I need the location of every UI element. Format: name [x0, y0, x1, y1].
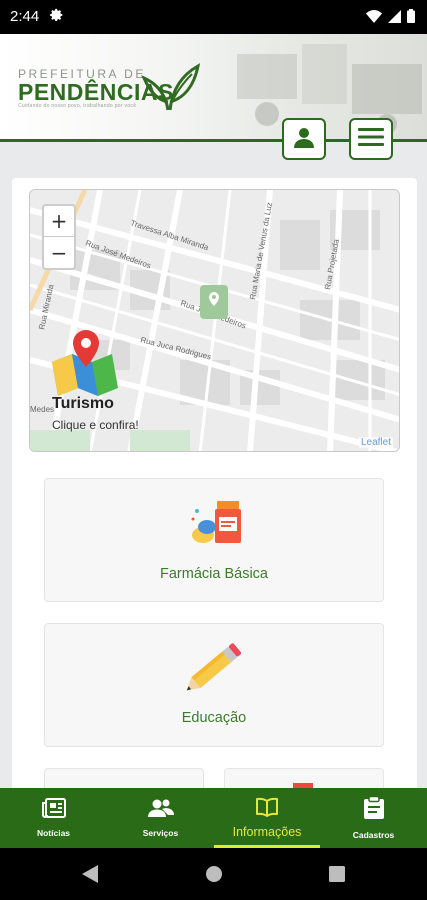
service-card-partial[interactable]: [224, 768, 384, 788]
nav-label: Serviços: [142, 828, 179, 838]
map-zoom-control: + −: [42, 204, 76, 270]
people-icon: [147, 798, 174, 823]
book-icon: [255, 797, 279, 822]
map-marker-icon: [200, 285, 228, 319]
nav-item-servicos[interactable]: Serviços: [107, 788, 214, 848]
user-icon: [292, 125, 316, 154]
service-label: Farmácia Básica: [160, 566, 268, 582]
tourism-title[interactable]: Turismo: [52, 395, 114, 413]
newspaper-icon: [41, 798, 66, 823]
nav-item-noticias[interactable]: Notícias: [0, 788, 107, 848]
street-label: Medes: [30, 405, 54, 414]
bottom-navigation: Notícias Serviços Informações Cadastros: [0, 788, 427, 848]
service-card-farmacia[interactable]: Farmácia Básica: [44, 478, 384, 602]
system-navigation-bar: [0, 848, 427, 900]
status-time: 2:44: [10, 8, 40, 25]
nav-label: Informações: [232, 825, 302, 839]
main-content[interactable]: Travessa Alba Miranda Rua José Medeiros …: [0, 142, 427, 788]
signal-icon: [388, 9, 401, 28]
logo-tagline: Cuidando do nosso povo, trabalhando por …: [18, 103, 137, 109]
nav-item-cadastros[interactable]: Cadastros: [320, 788, 427, 848]
hamburger-menu-icon: [358, 127, 384, 152]
service-card-partial[interactable]: [44, 768, 204, 788]
pharmacy-icon: [191, 497, 241, 554]
pencil-icon: [185, 640, 245, 701]
settings-gear-icon: [50, 8, 64, 27]
service-card-educacao[interactable]: Educação: [44, 623, 384, 747]
battery-icon: [407, 9, 415, 28]
wifi-icon: [366, 9, 382, 28]
zoom-in-button[interactable]: +: [44, 206, 74, 237]
tourism-map[interactable]: Travessa Alba Miranda Rua José Medeiros …: [29, 189, 400, 452]
user-profile-button[interactable]: [282, 118, 326, 160]
leaflet-attribution-link[interactable]: Leaflet: [358, 437, 393, 448]
nav-item-informacoes[interactable]: Informações: [214, 788, 320, 848]
status-bar: 2:44: [0, 0, 427, 34]
home-icon[interactable]: [205, 865, 223, 888]
nav-label: Cadastros: [352, 830, 395, 840]
zoom-out-button[interactable]: −: [44, 237, 74, 268]
leaf-logo-icon: [140, 62, 201, 117]
header-background-photo: [237, 44, 422, 134]
content-card: Travessa Alba Miranda Rua José Medeiros …: [12, 178, 417, 788]
nav-label: Notícias: [36, 828, 71, 838]
menu-button[interactable]: [349, 118, 393, 160]
service-label: Educação: [181, 710, 247, 726]
recents-icon[interactable]: [329, 866, 345, 887]
clipboard-icon: [363, 795, 385, 825]
tourism-subtitle[interactable]: Clique e confira!: [52, 418, 139, 432]
back-icon[interactable]: [82, 865, 98, 888]
